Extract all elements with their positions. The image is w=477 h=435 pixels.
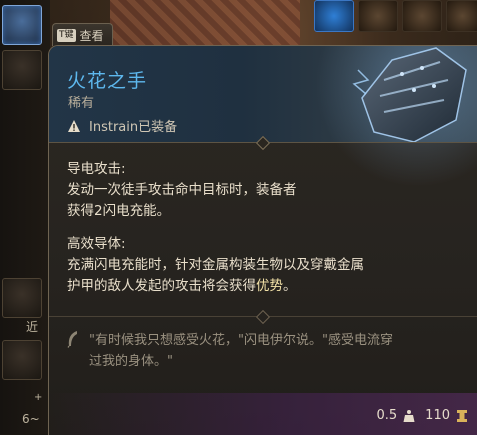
hotbar-item-3[interactable] bbox=[402, 0, 442, 32]
ability-1-line-2: 获得2闪电充能。 bbox=[67, 203, 171, 219]
ability-2-line-2-tail: 。 bbox=[283, 278, 297, 294]
hotbar-item-4[interactable] bbox=[446, 0, 477, 32]
inspect-hint[interactable]: T键 查看 bbox=[52, 23, 113, 46]
quill-icon bbox=[67, 331, 77, 348]
item-name: 火花之手 bbox=[67, 70, 148, 92]
item-tooltip: 火花之手 稀有 Instrain已装备 导电攻击: 发动一次徒手攻击命中目标时，… bbox=[48, 45, 477, 435]
ability-1-title: 导电攻击: bbox=[67, 161, 126, 177]
inspect-key-chip: T键 bbox=[57, 28, 76, 42]
equipped-text: Instrain已装备 bbox=[89, 120, 178, 135]
ability-2-title: 高效导体: bbox=[67, 236, 126, 252]
background-label-1: 近 bbox=[26, 320, 39, 334]
ability-2-line-2-text: 护甲的敌人发起的攻击将会获得 bbox=[67, 278, 256, 294]
hotbar-item-1[interactable] bbox=[314, 0, 354, 32]
advantage-keyword[interactable]: 优势 bbox=[256, 278, 283, 294]
ability-1-line-1: 发动一次徒手攻击命中目标时，装备者 bbox=[67, 182, 297, 198]
item-stats: 0.5 110 bbox=[376, 408, 468, 423]
equipment-slot-gloves[interactable] bbox=[2, 5, 42, 45]
weight-value: 0.5 bbox=[376, 408, 398, 423]
ability-2-line-1: 充满闪电充能时，针对金属构装生物以及穿戴金属 bbox=[67, 257, 364, 273]
inspect-label: 查看 bbox=[79, 28, 104, 43]
background-label-3: 6~ bbox=[22, 412, 40, 426]
flavor-line-1: "有时候我只想感受火花，"闪电伊尔说。"感受电流穿 bbox=[89, 333, 393, 348]
warning-icon bbox=[68, 119, 80, 132]
ability-2: 高效导体: 充满闪电充能时，针对金属构装生物以及穿戴金属 护甲的敌人发起的攻击将… bbox=[67, 234, 364, 297]
item-rarity: 稀有 bbox=[68, 96, 95, 111]
equipment-slot-offhand[interactable] bbox=[2, 340, 42, 380]
gauntlet-icon bbox=[352, 47, 467, 143]
flavor-text: "有时候我只想感受火花，"闪电伊尔说。"感受电流穿 过我的身体。" bbox=[89, 330, 464, 372]
equipment-slot-boots[interactable] bbox=[2, 50, 42, 90]
gold-value: 110 bbox=[425, 408, 450, 423]
flavor-line-2: 过我的身体。" bbox=[89, 354, 173, 369]
equipment-slot-weapon[interactable] bbox=[2, 278, 42, 318]
flavor-divider-mark bbox=[255, 309, 271, 325]
ability-1: 导电攻击: 发动一次徒手攻击命中目标时，装备者 获得2闪电充能。 bbox=[67, 159, 297, 222]
hotbar-item-2[interactable] bbox=[358, 0, 398, 32]
weight-icon bbox=[403, 409, 415, 422]
equipped-status: Instrain已装备 bbox=[67, 116, 177, 135]
gold-icon bbox=[457, 409, 467, 422]
background-label-2: + bbox=[34, 392, 43, 403]
ability-2-line-2: 护甲的敌人发起的攻击将会获得优势。 bbox=[67, 276, 364, 297]
tooltip-footer: 0.5 110 bbox=[49, 393, 477, 435]
